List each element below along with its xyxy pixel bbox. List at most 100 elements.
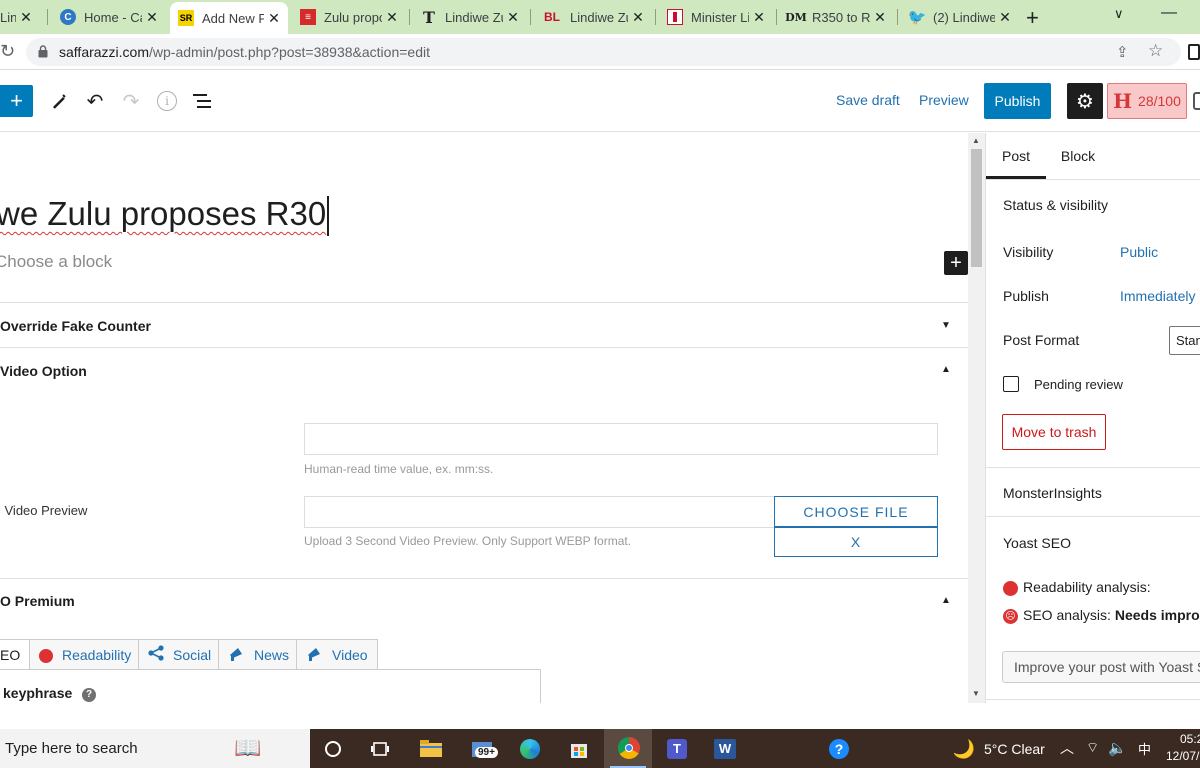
editor-scrollbar[interactable]: ▲ ▼ (968, 133, 985, 703)
close-icon[interactable]: ✕ (503, 9, 523, 26)
side-panel-icon[interactable] (1188, 44, 1200, 60)
tab-seo[interactable]: EO (0, 639, 30, 670)
block-placeholder[interactable]: Choose a block (0, 252, 112, 272)
browser-tab[interactable]: 🐦 (2) Lindiwe ✕ (901, 0, 1019, 34)
dm-icon: DM (785, 10, 807, 24)
browser-tab[interactable]: C Home - Ca ✕ (52, 0, 166, 34)
settings-button[interactable]: ⚙ (1067, 83, 1103, 119)
tab-social[interactable]: Social (138, 639, 222, 669)
close-icon[interactable]: ✕ (264, 10, 284, 27)
close-icon[interactable]: ✕ (16, 9, 36, 26)
wifi-icon[interactable]: ⌔ (1086, 739, 1099, 757)
close-icon[interactable]: ✕ (628, 9, 648, 26)
word-icon[interactable]: W (713, 737, 737, 761)
tab-title: Lindiwe Zu (570, 9, 628, 25)
pending-review-checkbox[interactable] (1003, 376, 1019, 392)
choose-file-button[interactable]: CHOOSE FILE (774, 496, 938, 527)
close-icon[interactable]: ✕ (142, 9, 162, 26)
teams-icon[interactable]: T (665, 737, 689, 761)
browser-toolbar: ↻ saffarazzi.com/wp-admin/post.php?post=… (0, 34, 1200, 70)
clock-time[interactable]: 05:2 (1180, 732, 1200, 746)
yoast-seo-heading[interactable]: Yoast SEO (1003, 535, 1071, 551)
browser-tab[interactable]: ≡ Zulu propo ✕ (292, 0, 406, 34)
close-icon[interactable]: ✕ (870, 9, 890, 26)
language-icon[interactable]: 中 (1138, 739, 1151, 758)
edit-tools-icon[interactable] (48, 90, 70, 112)
publish-button[interactable]: Publish (984, 83, 1051, 119)
mail-icon[interactable]: 99+ (470, 737, 498, 761)
panel-title: Override Fake Counter (0, 318, 151, 334)
browser-tab[interactable]: Linkt ✕ (0, 0, 40, 34)
video-preview-input[interactable] (304, 496, 776, 528)
tab-readability[interactable]: Readability (29, 639, 142, 669)
override-fake-counter-panel[interactable]: Override Fake Counter ▼ (0, 302, 968, 347)
chrome-icon-center (625, 744, 633, 752)
add-block-button[interactable]: + (0, 85, 33, 117)
scroll-down-icon[interactable]: ▼ (972, 689, 980, 698)
browser-tab[interactable]: DM R350 to R6 ✕ (780, 0, 894, 34)
chrome-taskbar-active[interactable] (604, 729, 652, 768)
minimize-icon[interactable]: — (1161, 4, 1177, 22)
tab-video[interactable]: Video (296, 639, 378, 669)
text-caret (327, 196, 330, 237)
post-title-text: we Zulu proposes R30 (0, 195, 327, 232)
status-visibility-heading[interactable]: Status & visibility (1003, 197, 1108, 213)
details-info-icon[interactable]: i (157, 91, 177, 111)
bookmark-star-icon[interactable]: ☆ (1148, 41, 1163, 61)
cortana-icon[interactable] (321, 737, 345, 761)
list-view-icon[interactable] (192, 90, 214, 112)
post-format-select[interactable]: Stan (1169, 326, 1200, 355)
scroll-up-icon[interactable]: ▲ (972, 136, 980, 145)
lock-icon[interactable] (38, 45, 48, 58)
post-title[interactable]: we Zulu proposes R30 (0, 195, 330, 237)
chevron-down-icon[interactable]: ▼ (941, 320, 951, 331)
tab-block[interactable]: Block (1048, 133, 1108, 179)
visibility-label: Visibility (1003, 244, 1054, 260)
chevron-down-icon[interactable]: ∨ (1114, 6, 1124, 22)
address-bar[interactable]: saffarazzi.com/wp-admin/post.php?post=38… (26, 38, 1181, 66)
store-icon[interactable] (567, 737, 591, 761)
undo-icon[interactable]: ↶ (84, 90, 106, 113)
file-explorer-icon[interactable] (419, 737, 443, 761)
save-draft-button[interactable]: Save draft (836, 92, 900, 108)
sr-icon: SR (178, 10, 194, 26)
task-view-icon[interactable] (368, 737, 392, 761)
panel-toggle-icon[interactable] (1193, 92, 1200, 110)
publish-date-value[interactable]: Immediately (1120, 288, 1195, 304)
browser-tab[interactable]: Minister Li ✕ (659, 0, 773, 34)
browser-tab[interactable]: BL Lindiwe Zu ✕ (534, 0, 652, 34)
improve-post-button[interactable]: Improve your post with Yoast S (1002, 651, 1200, 683)
duration-input[interactable] (304, 423, 938, 455)
move-to-trash-button[interactable]: Move to trash (1002, 414, 1106, 450)
chevron-up-icon[interactable]: ▲ (941, 364, 951, 375)
headline-score-button[interactable]: H 28/100 (1107, 83, 1187, 119)
weather-moon-icon[interactable]: 🌙 (952, 737, 976, 761)
close-icon[interactable]: ✕ (995, 9, 1015, 26)
visibility-value[interactable]: Public (1120, 244, 1158, 260)
close-icon[interactable]: ✕ (382, 9, 402, 26)
help-icon[interactable]: ? (827, 737, 851, 761)
reload-icon[interactable]: ↻ (0, 41, 15, 62)
browser-tab-active[interactable]: SR Add New P ✕ (170, 2, 288, 34)
tab-post[interactable]: Post (986, 133, 1046, 179)
headline-h-icon: H (1113, 89, 1133, 113)
volume-icon[interactable]: 🔈 (1108, 739, 1127, 757)
chevron-up-icon[interactable]: ︿ (1060, 738, 1074, 758)
tab-news[interactable]: News (218, 639, 300, 669)
edge-icon[interactable] (518, 737, 542, 761)
clear-file-button[interactable]: X (774, 527, 938, 557)
browser-tab[interactable]: T Lindiwe Zu ✕ (413, 0, 527, 34)
help-icon[interactable]: ? (82, 688, 96, 702)
close-icon[interactable]: ✕ (749, 9, 769, 26)
clock-date[interactable]: 12/07/ (1166, 749, 1199, 763)
preview-button[interactable]: Preview (919, 92, 969, 108)
share-icon[interactable]: ⇪ (1116, 43, 1129, 61)
chevron-up-icon[interactable]: ▲ (941, 595, 951, 606)
new-tab-icon[interactable]: + (1026, 5, 1039, 31)
taskbar-search[interactable]: Type here to search 📖 (0, 729, 310, 768)
redo-icon[interactable]: ↷ (120, 90, 142, 113)
scroll-thumb[interactable] (971, 149, 982, 267)
inline-add-block-button[interactable]: + (944, 251, 968, 275)
monsterinsights-heading[interactable]: MonsterInsights (1003, 485, 1102, 501)
weather-text[interactable]: 5°C Clear (984, 741, 1045, 757)
